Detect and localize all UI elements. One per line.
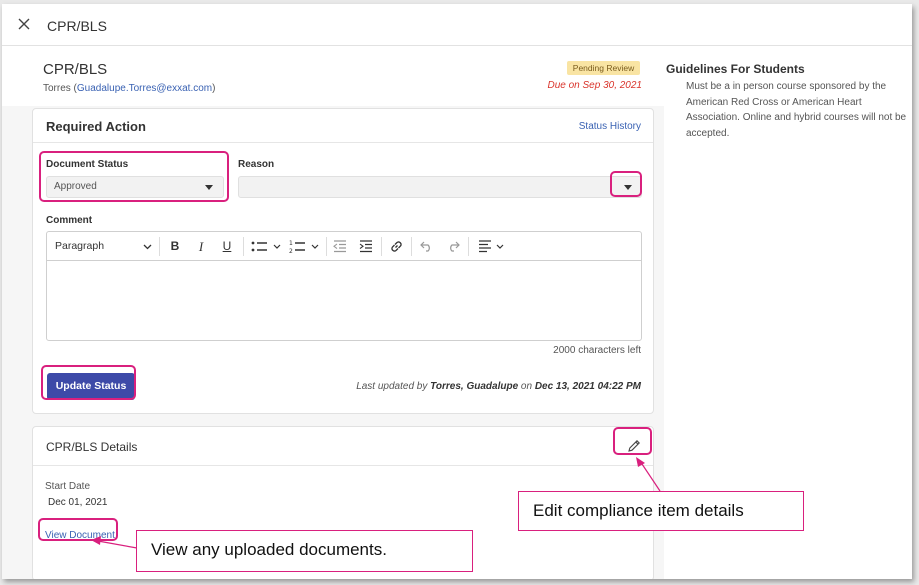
- paragraph-select[interactable]: Paragraph: [55, 238, 155, 255]
- toolbar-divider: [243, 237, 244, 256]
- last-updated-time: Dec 13, 2021 04:22 PM: [534, 381, 641, 392]
- divider: [33, 465, 653, 466]
- close-icon[interactable]: [16, 16, 32, 32]
- toolbar-divider: [468, 237, 469, 256]
- bullet-list-icon[interactable]: [251, 240, 283, 254]
- item-user: Torres (Guadalupe.Torres@exxat.com): [43, 83, 215, 94]
- status-history-link[interactable]: Status History: [579, 121, 641, 132]
- details-title: CPR/BLS Details: [46, 440, 138, 454]
- numbered-list-icon[interactable]: 1 2: [289, 239, 321, 254]
- svg-text:1: 1: [289, 240, 293, 247]
- user-email[interactable]: Guadalupe.Torres@exxat.com: [77, 83, 212, 94]
- top-bar: CPR/BLS: [2, 4, 912, 46]
- item-title: CPR/BLS: [43, 61, 108, 78]
- reason-select[interactable]: [238, 176, 642, 198]
- last-updated-user: Torres, Guadalupe: [430, 381, 519, 392]
- comment-label: Comment: [46, 215, 93, 226]
- toolbar-divider: [381, 237, 382, 256]
- last-updated-mid: on: [518, 381, 535, 392]
- view-documents-callout: View any uploaded documents.: [136, 530, 473, 572]
- topbar-title: CPR/BLS: [47, 18, 107, 34]
- outdent-icon[interactable]: [333, 240, 347, 253]
- update-button-highlight: [41, 365, 136, 400]
- start-date-value: Dec 01, 2021: [48, 497, 108, 508]
- view-document-highlight: [38, 518, 118, 541]
- reason-dropdown-highlight: [610, 171, 642, 197]
- align-icon[interactable]: [478, 240, 508, 253]
- divider: [33, 142, 653, 143]
- guidelines-text: Must be a in person course sponsored by …: [686, 81, 907, 139]
- link-icon[interactable]: [389, 239, 404, 254]
- redo-icon[interactable]: [446, 241, 460, 252]
- toolbar-divider: [411, 237, 412, 256]
- reason-label: Reason: [238, 159, 275, 170]
- last-updated-prefix: Last updated by: [356, 381, 431, 392]
- underline-button[interactable]: U: [219, 238, 235, 255]
- user-name: Torres (: [43, 83, 77, 94]
- bold-button[interactable]: B: [167, 238, 183, 255]
- toolbar-divider: [159, 237, 160, 256]
- last-updated: Last updated by Torres, Guadalupe on Dec…: [356, 381, 641, 392]
- undo-icon[interactable]: [420, 241, 434, 252]
- paragraph-label: Paragraph: [55, 240, 105, 252]
- toolbar-divider: [326, 237, 327, 256]
- due-date: Due on Sep 30, 2021: [547, 80, 642, 91]
- indent-icon[interactable]: [359, 240, 373, 253]
- required-action-title: Required Action: [46, 119, 146, 134]
- comment-editor[interactable]: Paragraph B I U 1 2: [46, 231, 642, 341]
- svg-text:2: 2: [289, 248, 293, 254]
- italic-button[interactable]: I: [193, 238, 209, 255]
- chevron-down-icon: [143, 244, 152, 250]
- editor-toolbar: Paragraph B I U 1 2: [47, 232, 641, 261]
- item-header: CPR/BLS Torres (Guadalupe.Torres@exxat.c…: [2, 46, 664, 106]
- edit-icon-highlight: [613, 427, 652, 455]
- status-badge: Pending Review: [567, 61, 640, 75]
- edit-details-callout: Edit compliance item details: [518, 491, 804, 531]
- user-close: ): [212, 83, 216, 94]
- start-date-label: Start Date: [45, 481, 91, 492]
- characters-left: 2000 characters left: [553, 345, 641, 356]
- guidelines-title: Guidelines For Students: [666, 62, 805, 76]
- document-status-highlight: [39, 151, 229, 202]
